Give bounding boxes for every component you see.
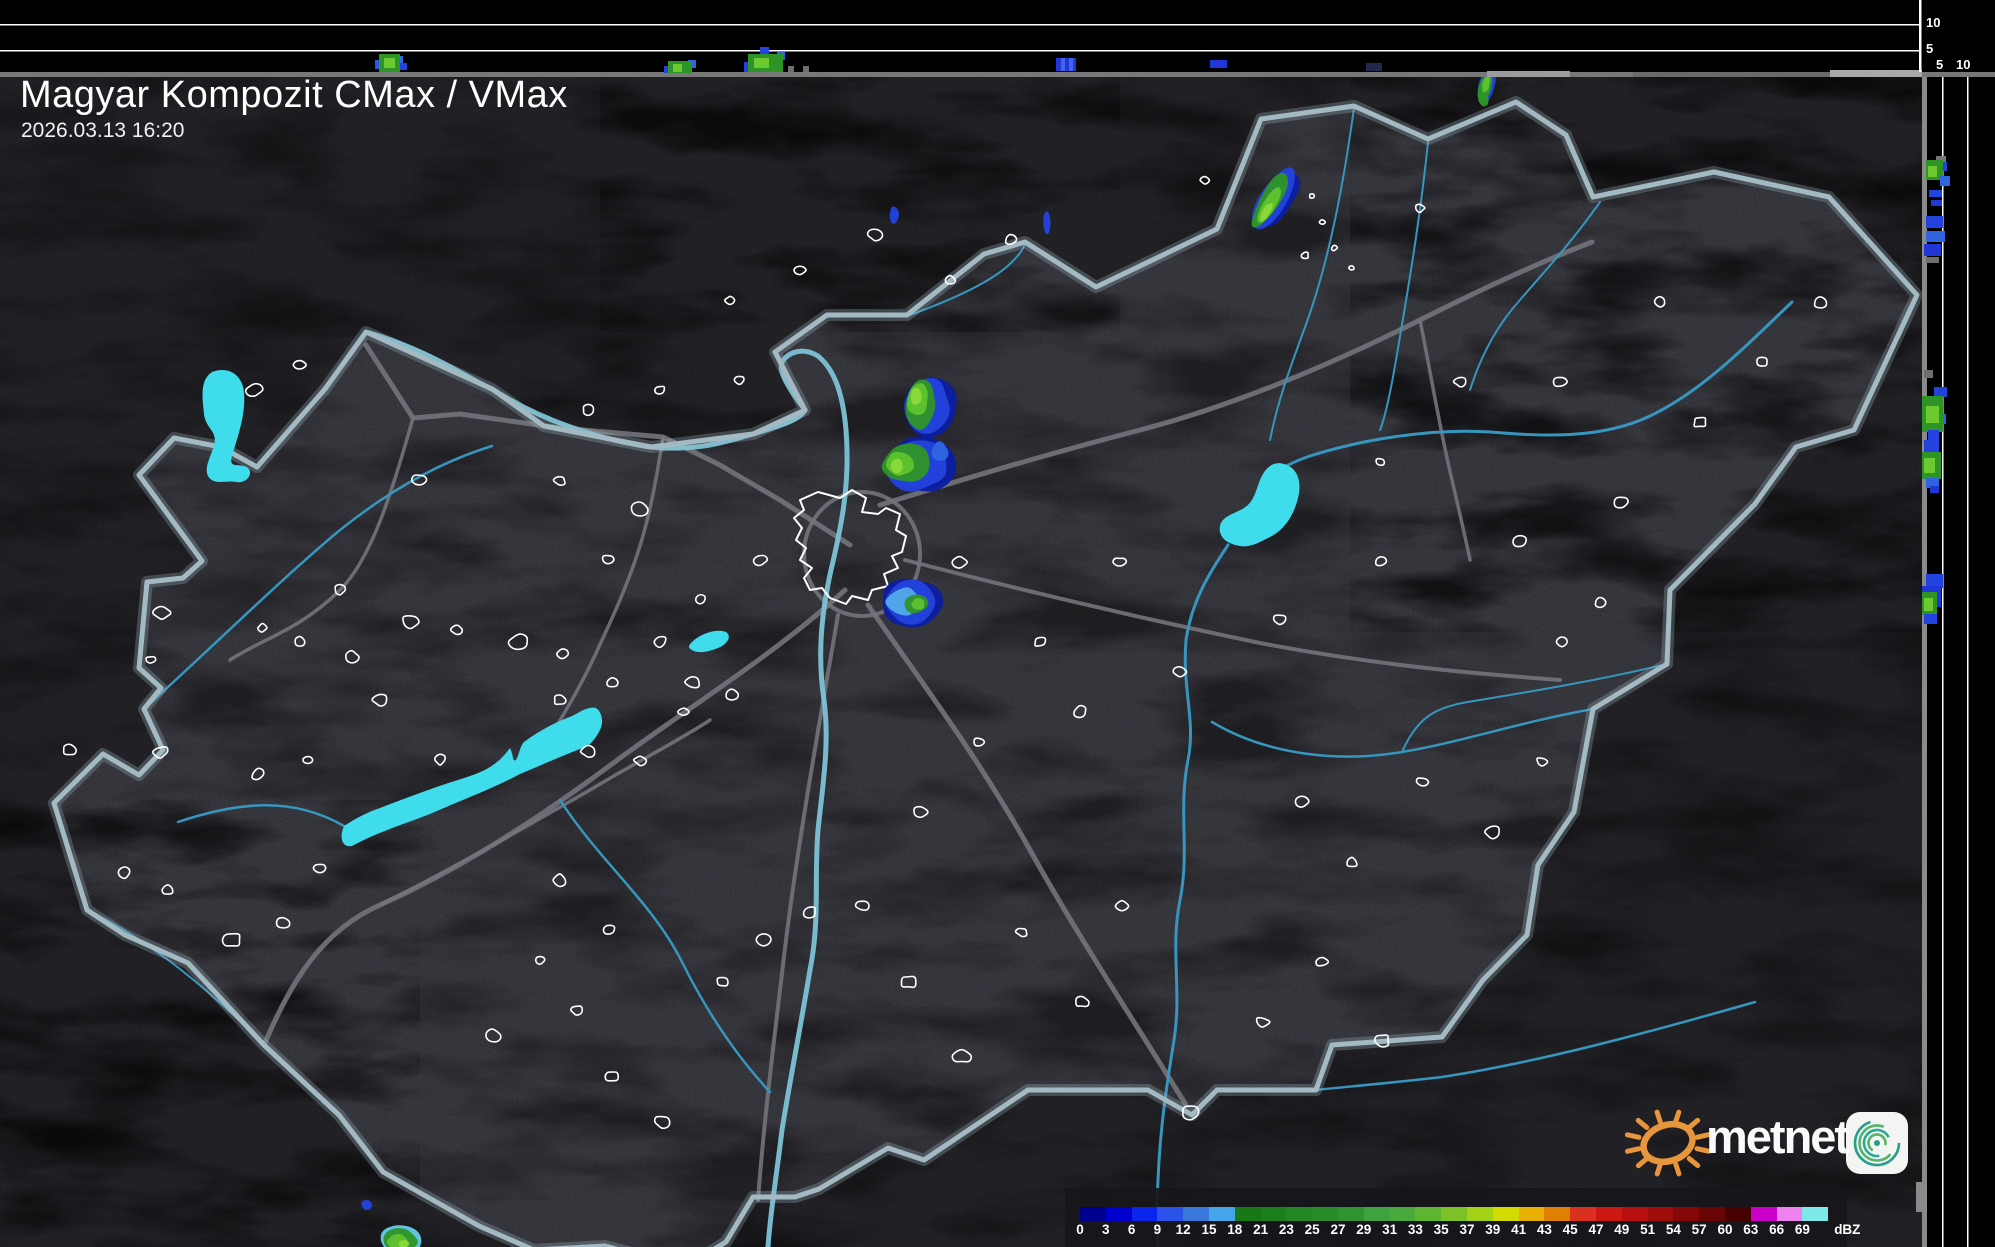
legend-chip xyxy=(1157,1207,1184,1221)
legend-tick-label: 69 xyxy=(1794,1222,1810,1237)
legend-tick-label: 31 xyxy=(1382,1222,1398,1237)
legend-chip xyxy=(1312,1207,1338,1221)
legend-tick-label: 41 xyxy=(1511,1222,1527,1237)
side-axis-label-5: 5 xyxy=(1936,57,1944,72)
legend-chip xyxy=(1544,1207,1571,1221)
legend-chip xyxy=(1105,1207,1132,1221)
legend-tick-label: 21 xyxy=(1253,1222,1269,1237)
legend-tick-label: 0 xyxy=(1076,1222,1084,1237)
legend-chip xyxy=(1363,1207,1390,1221)
legend-chip xyxy=(1260,1207,1287,1221)
legend-tick-label: 25 xyxy=(1304,1222,1320,1237)
legend-chip xyxy=(1595,1207,1622,1221)
legend-chip xyxy=(1647,1207,1674,1221)
timestamp: 2026.03.13 16:20 xyxy=(21,119,185,142)
legend-tick-label: 39 xyxy=(1485,1222,1501,1237)
side-axis-label-10: 10 xyxy=(1956,57,1971,72)
legend-tick-label: 27 xyxy=(1330,1222,1346,1237)
legend-chip xyxy=(1389,1207,1416,1221)
legend-tick-label: 66 xyxy=(1769,1222,1785,1237)
legend-tick-label: 37 xyxy=(1459,1222,1475,1237)
legend-tick-label: 12 xyxy=(1175,1222,1191,1237)
legend-tick-label: 15 xyxy=(1201,1222,1217,1237)
legend-tick-labels: 0 3 6 9 12 15 18 21 23 25 27 29 31 33 35 37 39 41 43 45 47 49… xyxy=(1076,1222,1862,1238)
metnet-wordmark: metnet xyxy=(1706,1110,1850,1163)
legend-chip xyxy=(1776,1207,1803,1221)
legend-tick-label: 51 xyxy=(1640,1222,1656,1237)
radar-screenshot: Magyar Kompozit CMax / VMax 2026.03.13 1… xyxy=(0,0,1995,1247)
legend-chip xyxy=(1466,1207,1493,1221)
legend-tick-label: 23 xyxy=(1278,1222,1294,1237)
legend-chip xyxy=(1724,1207,1751,1221)
legend-tick-label: 57 xyxy=(1691,1222,1707,1237)
top-axis-label-10: 10 xyxy=(1926,15,1941,30)
legend-chip xyxy=(1080,1207,1106,1221)
legend-chip xyxy=(1570,1207,1596,1221)
legend-tick-label: 3 xyxy=(1102,1222,1110,1237)
legend-tick-label: 29 xyxy=(1356,1222,1372,1237)
legend-chip xyxy=(1621,1207,1648,1221)
page-title: Magyar Kompozit CMax / VMax xyxy=(20,74,568,116)
legend-tick-label: 6 xyxy=(1127,1222,1136,1237)
legend-tick-label: 63 xyxy=(1743,1222,1759,1237)
legend-chip xyxy=(1131,1207,1158,1221)
legend-chip xyxy=(1234,1207,1261,1221)
legend-tick-label: 54 xyxy=(1665,1222,1681,1237)
metnet-app-icon xyxy=(1846,1112,1908,1174)
legend-chip xyxy=(1286,1207,1313,1221)
top-axis-label-5: 5 xyxy=(1926,41,1934,56)
legend-tick-label: 9 xyxy=(1153,1222,1162,1237)
legend-tick-label: 33 xyxy=(1407,1222,1423,1237)
legend-tick-label: 60 xyxy=(1717,1222,1733,1237)
legend-chip xyxy=(1492,1207,1519,1221)
legend-chip xyxy=(1750,1207,1777,1221)
legend-chip xyxy=(1441,1207,1467,1221)
legend-chip xyxy=(1337,1207,1364,1221)
legend-unit-label: dBZ xyxy=(1834,1222,1861,1237)
legend-tick-label: 45 xyxy=(1562,1222,1578,1237)
legend-chip xyxy=(1673,1207,1700,1221)
legend-color-scale xyxy=(1080,1207,1829,1221)
legend-chip xyxy=(1802,1207,1829,1221)
legend-tick-label: 47 xyxy=(1588,1222,1604,1237)
legend-chip xyxy=(1183,1207,1209,1221)
legend-chip xyxy=(1208,1207,1235,1221)
legend-tick-label: 43 xyxy=(1536,1222,1552,1237)
legend-chip xyxy=(1518,1207,1545,1221)
legend-tick-label: 35 xyxy=(1433,1222,1449,1237)
legend-tick-label: 49 xyxy=(1614,1222,1630,1237)
legend-chip xyxy=(1699,1207,1725,1221)
radar-map-canvas xyxy=(0,0,1995,1247)
legend-chip xyxy=(1415,1207,1442,1221)
legend-tick-label: 18 xyxy=(1227,1222,1243,1237)
